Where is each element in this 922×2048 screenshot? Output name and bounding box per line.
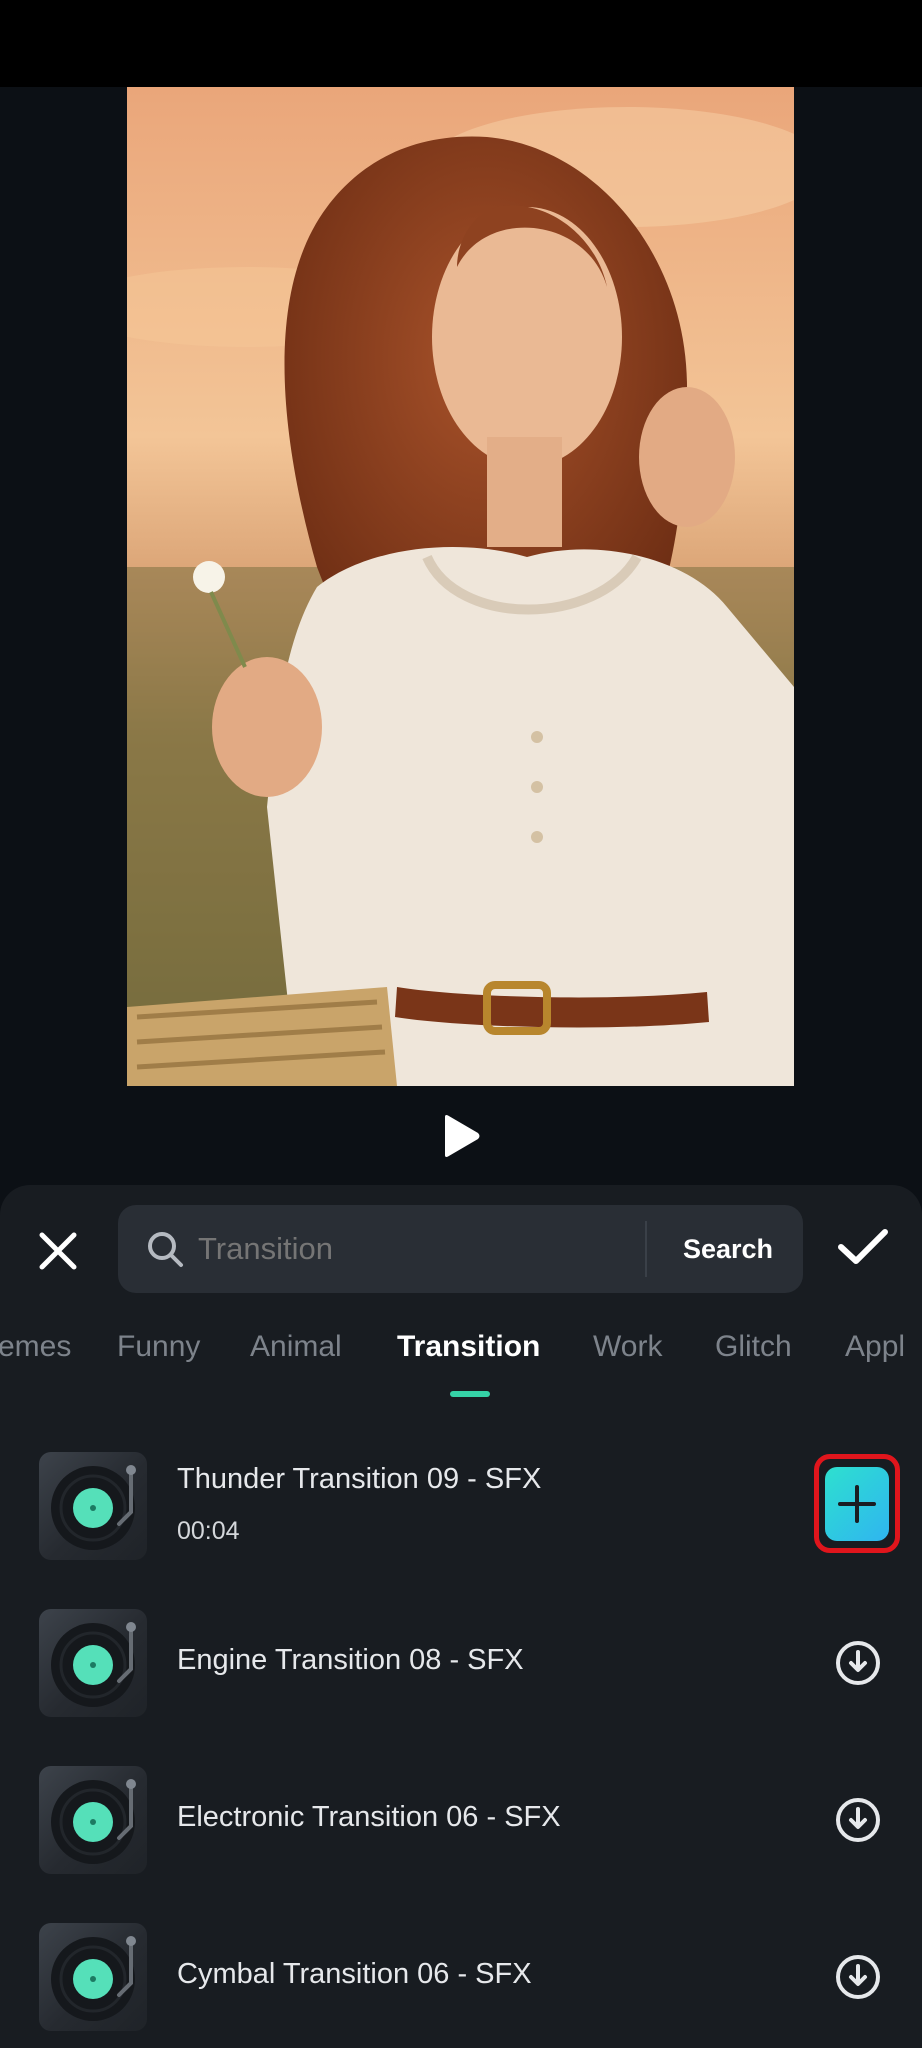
download-button[interactable] — [834, 1639, 882, 1687]
search-icon — [148, 1232, 183, 1267]
preview-image — [127, 87, 794, 1086]
download-icon — [836, 1641, 880, 1685]
vinyl-record-icon — [51, 1465, 136, 1550]
sound-effects-panel: Search emes Funny Animal Transition Work… — [0, 1185, 922, 2048]
sound-duration: 00:04 — [177, 1517, 240, 1545]
checkmark-icon — [838, 1229, 888, 1264]
tab-glitch[interactable]: Glitch — [715, 1320, 792, 1374]
tab-funny[interactable]: Funny — [117, 1320, 200, 1374]
sound-thumbnail — [39, 1452, 147, 1560]
sound-title: Electronic Transition 06 - SFX — [177, 1801, 561, 1833]
category-tabs: emes Funny Animal Transition Work Glitch… — [0, 1320, 922, 1400]
list-item[interactable]: Engine Transition 08 - SFX — [0, 1592, 922, 1732]
sound-thumbnail — [39, 1923, 147, 2031]
sound-thumbnail — [39, 1766, 147, 1874]
plus-icon — [838, 1485, 876, 1523]
search-bar: Search — [118, 1205, 803, 1293]
tab-appl[interactable]: Appl — [845, 1320, 905, 1374]
sound-title: Engine Transition 08 - SFX — [177, 1644, 524, 1676]
tab-work[interactable]: Work — [593, 1320, 662, 1374]
confirm-button[interactable] — [836, 1227, 890, 1267]
download-button[interactable] — [834, 1953, 882, 2001]
vinyl-record-icon — [51, 1622, 136, 1707]
play-icon — [445, 1115, 480, 1157]
sound-title: Cymbal Transition 06 - SFX — [177, 1958, 532, 1990]
download-button[interactable] — [834, 1796, 882, 1844]
sound-thumbnail — [39, 1609, 147, 1717]
search-button[interactable]: Search — [653, 1205, 803, 1293]
list-item[interactable]: Electronic Transition 06 - SFX — [0, 1749, 922, 1889]
tab-themes[interactable]: emes — [0, 1320, 71, 1374]
close-button[interactable] — [34, 1227, 82, 1275]
add-button-highlight — [814, 1454, 900, 1553]
tab-transition[interactable]: Transition — [397, 1320, 540, 1374]
active-tab-indicator — [450, 1391, 490, 1397]
list-item[interactable]: Cymbal Transition 06 - SFX — [0, 1906, 922, 2046]
play-button[interactable] — [441, 1114, 481, 1158]
download-icon — [836, 1955, 880, 1999]
list-item[interactable]: Thunder Transition 09 - SFX 00:04 — [0, 1435, 922, 1575]
status-bar — [0, 0, 922, 87]
add-button[interactable] — [825, 1467, 889, 1541]
vinyl-record-icon — [51, 1779, 136, 1864]
sound-title: Thunder Transition 09 - SFX — [177, 1463, 542, 1495]
tab-animal[interactable]: Animal — [250, 1320, 342, 1374]
download-icon — [836, 1798, 880, 1842]
vinyl-record-icon — [51, 1936, 136, 2021]
close-icon — [39, 1232, 77, 1270]
search-divider — [645, 1221, 647, 1277]
video-preview — [0, 87, 922, 1185]
